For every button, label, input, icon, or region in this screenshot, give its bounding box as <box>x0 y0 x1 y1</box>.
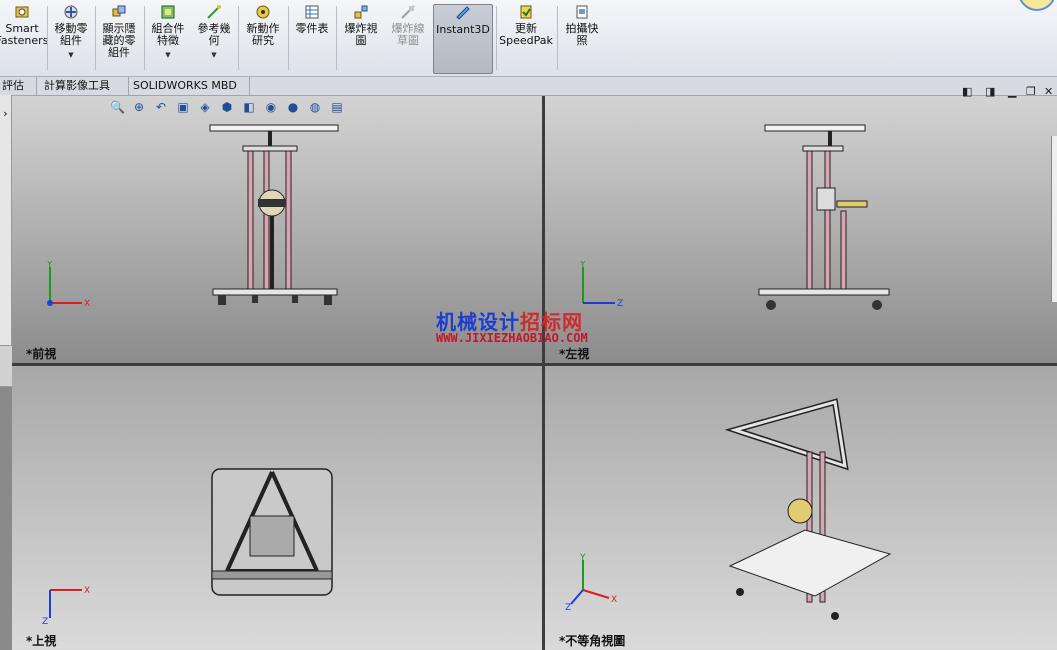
show-hidden-components-button[interactable]: 顯示隱 藏的零 組件 <box>97 4 141 72</box>
chevron-down-icon[interactable]: ▼ <box>165 49 170 61</box>
chevron-right-icon[interactable]: › <box>0 107 11 120</box>
axis-x-label: X <box>84 586 90 596</box>
bom-icon <box>305 5 319 19</box>
reference-geometry-icon <box>207 5 221 19</box>
speedpak-label: 更新 SpeedPak <box>499 22 553 47</box>
bom-button[interactable]: 零件表 <box>291 4 333 72</box>
snapshot-icon <box>576 5 588 19</box>
viewport-label-top: *上視 <box>26 634 57 648</box>
speedpak-icon <box>520 5 532 19</box>
show-hidden-icon <box>112 5 126 17</box>
command-manager-tabs: 評估 計算影像工具 SOLIDWORKS MBD <box>0 77 1057 96</box>
assembly-feature-label: 組合件 特徵 <box>151 22 185 47</box>
instant3d-label: Instant3D <box>436 23 490 36</box>
viewport-left[interactable]: Y Z *左視 <box>545 96 1057 363</box>
viewport-splitter-horizontal[interactable] <box>12 363 1057 366</box>
feature-manager-collapsed[interactable]: › <box>0 95 13 387</box>
tab-render-tools[interactable]: 計算影像工具 <box>38 77 129 95</box>
instant3d-icon <box>456 6 470 20</box>
viewport-label-isometric: *不等角視圖 <box>559 634 626 648</box>
instant3d-button[interactable]: Instant3D <box>433 4 493 74</box>
explode-line-label: 爆炸線 草圖 <box>391 22 425 47</box>
tab-evaluate[interactable]: 評估 <box>0 77 37 95</box>
command-ribbon: Smart Fasteners 移動零 組件 ▼ 顯示隱 藏的零 組件 組合件 … <box>0 0 1057 77</box>
viewport-label-front: *前視 <box>26 347 57 361</box>
move-component-button[interactable]: 移動零 組件 ▼ <box>50 4 92 72</box>
task-pane-tabs[interactable] <box>1051 136 1057 302</box>
exploded-view-button[interactable]: 爆炸視 圖 <box>339 4 383 72</box>
axis-y-label: Y <box>579 553 586 563</box>
axis-x-label: X <box>611 595 617 605</box>
smart-fasteners-label: Smart Fasteners <box>0 22 49 47</box>
move-component-icon <box>64 5 78 19</box>
smart-fasteners-icon <box>15 6 29 18</box>
show-hidden-label: 顯示隱 藏的零 組件 <box>102 22 136 59</box>
explode-line-icon <box>401 5 415 19</box>
update-speedpak-button[interactable]: 更新 SpeedPak <box>499 4 553 72</box>
triad-isometric: Y X Z <box>565 553 617 612</box>
chevron-down-icon[interactable]: ▼ <box>68 49 73 61</box>
viewport-splitter-vertical[interactable] <box>542 96 545 650</box>
minimize-icon[interactable]: ▁ <box>1008 85 1016 98</box>
axis-z-label: Z <box>42 617 48 626</box>
chevron-down-icon[interactable]: ▼ <box>211 49 216 61</box>
snapshot-label: 拍攝快 照 <box>565 22 599 47</box>
new-motion-study-button[interactable]: 新動作 研究 <box>241 4 285 72</box>
assembly-feature-icon <box>161 5 175 19</box>
reference-geometry-label: 參考幾 何 <box>197 22 231 47</box>
take-snapshot-button[interactable]: 拍攝快 照 <box>561 4 603 72</box>
restore-icon[interactable]: ❐ <box>1026 85 1036 98</box>
viewport-top[interactable]: X Z *上視 <box>12 366 542 650</box>
axis-z-label: Z <box>617 299 623 309</box>
move-component-label: 移動零 組件 <box>54 22 88 47</box>
viewport-next-icon[interactable]: ◨ <box>985 85 995 98</box>
explode-line-sketch-button[interactable]: 爆炸線 草圖 <box>386 4 430 72</box>
viewport-isometric[interactable]: Y X Z *不等角視圖 <box>545 366 1057 650</box>
smart-fasteners-button[interactable]: Smart Fasteners <box>0 4 48 72</box>
bom-label: 零件表 <box>295 22 329 35</box>
watermark-url: WWW.JIXIEZHAOBIAO.COM <box>436 331 588 345</box>
viewport-prev-icon[interactable]: ◧ <box>962 85 972 98</box>
motion-study-icon <box>256 5 270 19</box>
reference-geometry-button[interactable]: 參考幾 何 ▼ <box>193 4 235 72</box>
axis-x-label: X <box>84 299 90 309</box>
axis-y-label: Y <box>579 261 586 270</box>
viewport-label-left: *左視 <box>559 347 590 361</box>
assembly-feature-button[interactable]: 組合件 特徵 ▼ <box>147 4 189 72</box>
model-left-view <box>758 124 890 310</box>
triad-front: Y X <box>46 261 90 309</box>
axis-y-label: Y <box>46 261 53 270</box>
close-icon[interactable]: ✕ <box>1044 85 1053 98</box>
motion-study-label: 新動作 研究 <box>246 22 280 47</box>
exploded-view-icon <box>354 5 368 19</box>
tab-solidworks-mbd[interactable]: SOLIDWORKS MBD <box>127 77 250 95</box>
triad-top: X Z <box>42 586 90 626</box>
exploded-view-label: 爆炸視 圖 <box>344 22 378 47</box>
help-globe-icon[interactable] <box>1014 0 1057 14</box>
axis-z-label: Z <box>565 603 571 612</box>
